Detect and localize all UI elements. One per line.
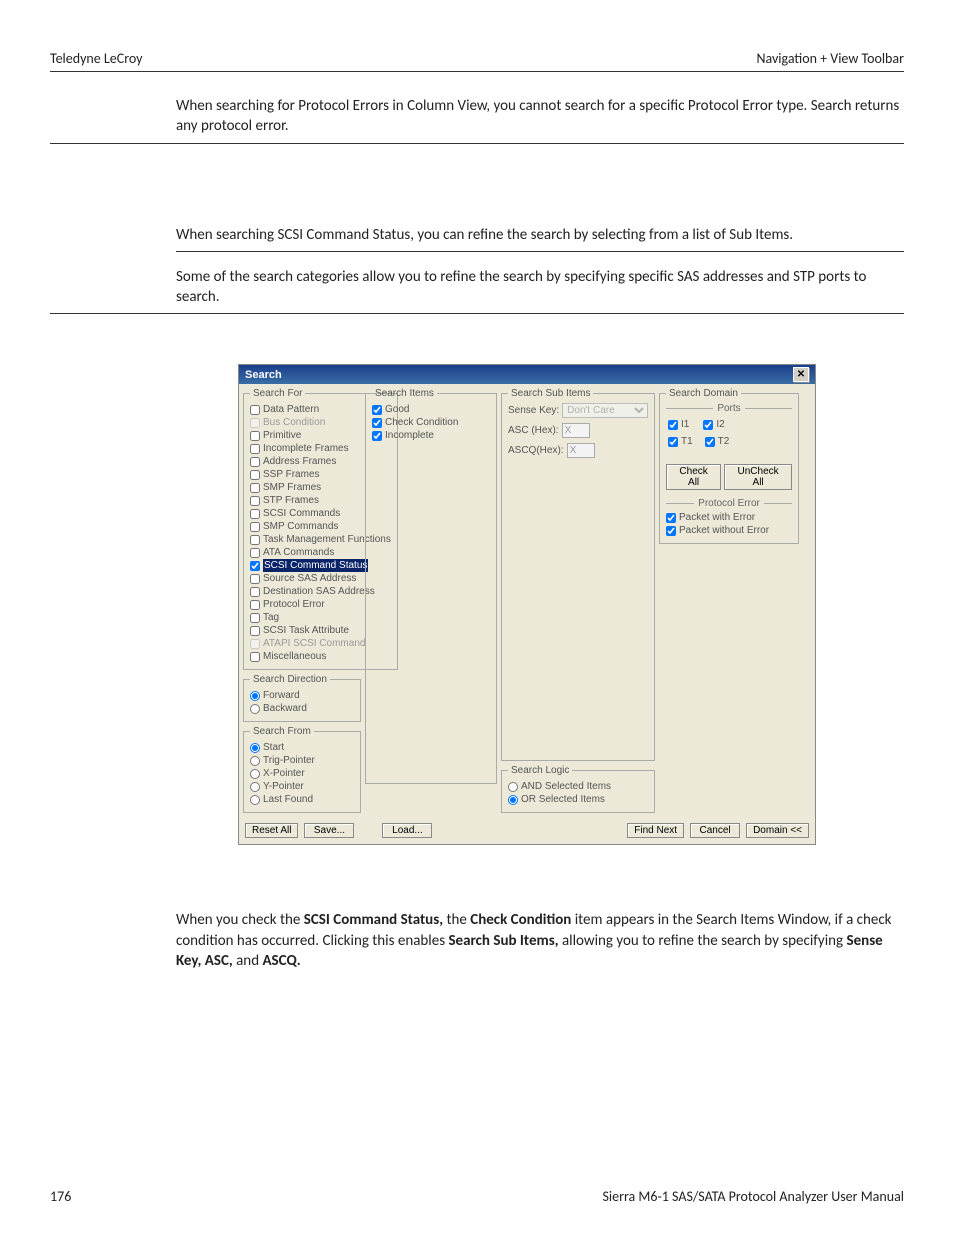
search-direction-group: Search Direction Forward Backward: [243, 674, 361, 722]
uncheck-all-button[interactable]: UnCheck All: [724, 464, 792, 490]
cancel-button[interactable]: Cancel: [690, 823, 740, 838]
chk-i2[interactable]: I2: [703, 418, 724, 431]
radio-or[interactable]: OR Selected Items: [508, 793, 648, 806]
sense-key-label: Sense Key:: [508, 405, 559, 416]
radio-x[interactable]: X-Pointer: [250, 767, 354, 780]
sense-key-select[interactable]: Don't Care: [562, 403, 648, 418]
chk-t1[interactable]: T1: [668, 435, 693, 448]
search-logic-group: Search Logic AND Selected Items OR Selec…: [501, 765, 655, 813]
search-dialog: Search ✕ Search For Data PatternBus Cond…: [238, 364, 816, 845]
manual-title: Sierra M6-1 SAS/SATA Protocol Analyzer U…: [602, 1188, 904, 1205]
asc-input[interactable]: [562, 423, 590, 438]
reset-all-button[interactable]: Reset All: [245, 823, 298, 838]
chk-i1[interactable]: I1: [668, 418, 689, 431]
radio-last[interactable]: Last Found: [250, 793, 354, 806]
radio-start[interactable]: Start: [250, 741, 354, 754]
ports-legend: Ports: [713, 403, 744, 414]
search-from-group: Search From Start Trig-Pointer X-Pointer…: [243, 726, 361, 813]
asc-label: ASC (Hex):: [508, 425, 559, 436]
search-direction-legend: Search Direction: [250, 674, 330, 685]
load-button[interactable]: Load...: [382, 823, 432, 838]
search-items-legend: Search Items: [372, 388, 437, 399]
radio-forward[interactable]: Forward: [250, 689, 354, 702]
save-button[interactable]: Save...: [304, 823, 354, 838]
search-sub-items-legend: Search Sub Items: [508, 388, 593, 399]
radio-backward[interactable]: Backward: [250, 702, 354, 715]
search-for-legend: Search For: [250, 388, 305, 399]
find-next-button[interactable]: Find Next: [627, 823, 684, 838]
search-domain-group: Search Domain Ports I1 I2 T1 T2: [659, 388, 799, 544]
chk-t2[interactable]: T2: [705, 435, 730, 448]
protocol-error-legend: Protocol Error: [694, 498, 764, 509]
search-from-legend: Search From: [250, 726, 314, 737]
check-all-button[interactable]: Check All: [666, 464, 721, 490]
search-items-group: Search Items Good Check Condition Incomp…: [365, 388, 497, 784]
ascq-input[interactable]: [567, 443, 595, 458]
search-domain-legend: Search Domain: [666, 388, 741, 399]
header-right: Navigation + View Toolbar: [756, 50, 904, 67]
radio-y[interactable]: Y-Pointer: [250, 780, 354, 793]
dialog-title: Search: [245, 369, 282, 381]
paragraph-4: When you check the SCSI Command Status, …: [176, 910, 904, 971]
chk-incomplete[interactable]: Incomplete: [372, 429, 490, 442]
chk-good[interactable]: Good: [372, 403, 490, 416]
search-logic-legend: Search Logic: [508, 765, 572, 776]
radio-and[interactable]: AND Selected Items: [508, 780, 648, 793]
chk-check-condition[interactable]: Check Condition: [372, 416, 490, 429]
ascq-label: ASCQ(Hex):: [508, 445, 564, 456]
header-left: Teledyne LeCroy: [50, 50, 143, 67]
page-number: 176: [50, 1188, 71, 1205]
search-sub-items-group: Search Sub Items Sense Key: Don't Care A…: [501, 388, 655, 761]
chk-packet-with-error[interactable]: Packet with Error: [666, 511, 792, 524]
paragraph-2: When searching SCSI Command Status, you …: [176, 225, 904, 245]
dialog-title-bar: Search ✕: [239, 365, 815, 384]
close-icon[interactable]: ✕: [793, 367, 809, 382]
paragraph-3: Some of the search categories allow you …: [176, 267, 904, 308]
paragraph-1: When searching for Protocol Errors in Co…: [176, 96, 904, 137]
radio-trig[interactable]: Trig-Pointer: [250, 754, 354, 767]
chk-packet-without-error[interactable]: Packet without Error: [666, 524, 792, 537]
domain-button[interactable]: Domain <<: [746, 823, 809, 838]
